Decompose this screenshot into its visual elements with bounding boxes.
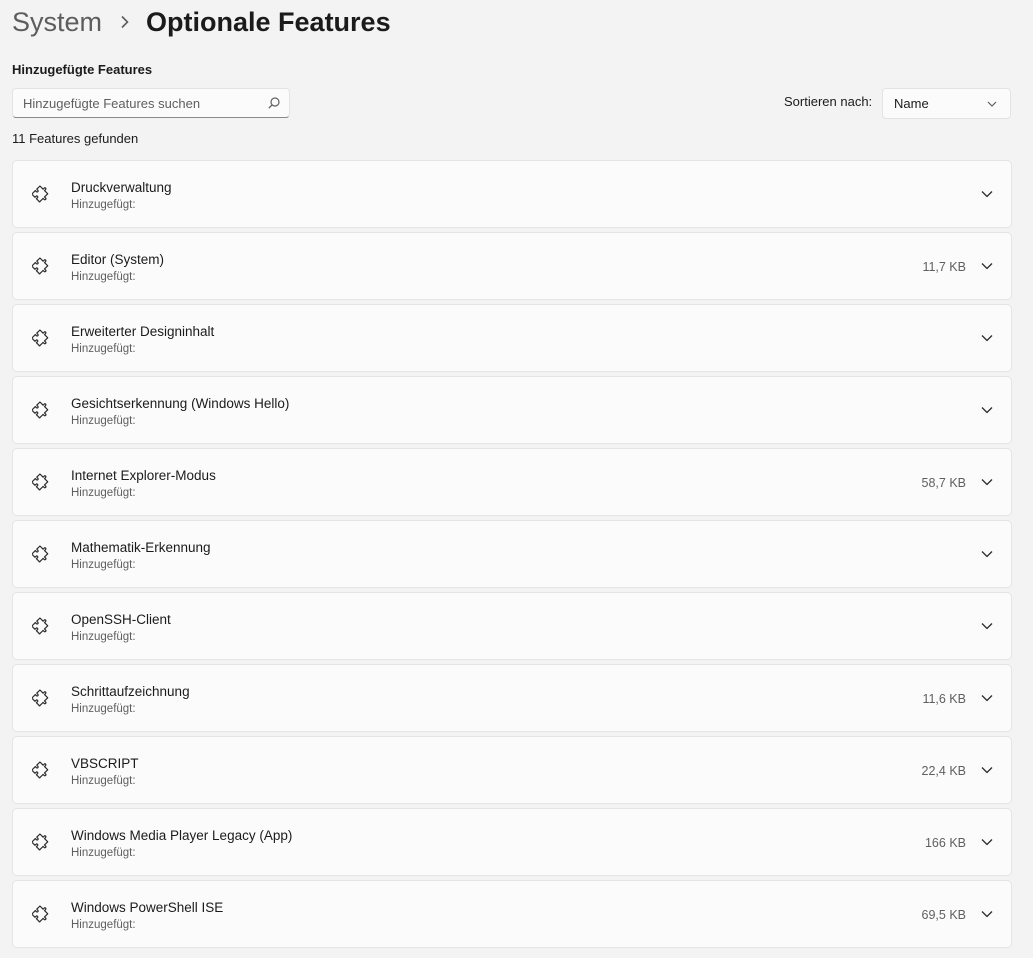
feature-size: 58,7 KB — [921, 476, 966, 490]
feature-name: Schrittaufzeichnung — [71, 684, 190, 699]
feature-size: 22,4 KB — [921, 764, 966, 778]
chevron-down-icon[interactable] — [981, 766, 993, 774]
puzzle-icon — [32, 545, 49, 563]
feature-added-label: Hinzugefügt: — [71, 343, 136, 355]
feature-name: Editor (System) — [71, 252, 165, 267]
feature-name: Gesichtserkennung (Windows Hello) — [71, 396, 290, 411]
puzzle-icon — [32, 689, 49, 707]
chevron-down-icon[interactable] — [981, 190, 993, 198]
puzzle-icon — [32, 401, 49, 419]
chevron-down-icon[interactable] — [981, 550, 993, 558]
puzzle-icon — [32, 185, 49, 203]
feature-row[interactable]: Internet Explorer-Modus Hinzugefügt: 58,… — [12, 448, 1012, 516]
feature-added-label: Hinzugefügt: — [71, 271, 136, 283]
feature-list: Druckverwaltung Hinzugefügt: Editor (Sys… — [12, 160, 1012, 952]
chevron-down-icon[interactable] — [981, 262, 993, 270]
feature-row[interactable]: OpenSSH-Client Hinzugefügt: — [12, 592, 1012, 660]
feature-name: Mathematik-Erkennung — [71, 540, 211, 555]
chevron-down-icon[interactable] — [981, 622, 993, 630]
feature-name: VBSCRIPT — [71, 756, 139, 771]
puzzle-icon — [32, 257, 49, 275]
feature-row[interactable]: Schrittaufzeichnung Hinzugefügt: 11,6 KB — [12, 664, 1012, 732]
search-icon[interactable] — [267, 96, 281, 110]
feature-row[interactable]: VBSCRIPT Hinzugefügt: 22,4 KB — [12, 736, 1012, 804]
puzzle-icon — [32, 617, 49, 635]
feature-size: 11,6 KB — [922, 692, 966, 706]
feature-added-label: Hinzugefügt: — [71, 631, 136, 643]
feature-size: 69,5 KB — [921, 908, 966, 922]
feature-row[interactable]: Windows PowerShell ISE Hinzugefügt: 69,5… — [12, 880, 1012, 948]
feature-added-label: Hinzugefügt: — [71, 487, 136, 499]
feature-size: 11,7 KB — [922, 260, 966, 274]
feature-name: Druckverwaltung — [71, 180, 172, 195]
chevron-down-icon[interactable] — [981, 838, 993, 846]
sort-dropdown[interactable]: Name — [882, 88, 1011, 119]
search-box — [12, 88, 290, 118]
feature-size: 166 KB — [924, 836, 966, 850]
feature-name: Internet Explorer-Modus — [71, 468, 216, 483]
chevron-down-icon — [987, 101, 997, 107]
feature-row[interactable]: Gesichtserkennung (Windows Hello) Hinzug… — [12, 376, 1012, 444]
feature-added-label: Hinzugefügt: — [71, 919, 136, 931]
feature-name: Windows PowerShell ISE — [71, 900, 224, 915]
feature-added-label: Hinzugefügt: — [71, 703, 136, 715]
section-title-installed: Hinzugefügte Features — [12, 62, 153, 77]
breadcrumb-parent-system[interactable]: System — [12, 7, 102, 38]
feature-row[interactable]: Druckverwaltung Hinzugefügt: — [12, 160, 1012, 228]
chevron-right-icon — [120, 15, 130, 29]
feature-row[interactable]: Windows Media Player Legacy (App) Hinzug… — [12, 808, 1012, 876]
feature-row[interactable]: Erweiterter Designinhalt Hinzugefügt: — [12, 304, 1012, 372]
breadcrumb: System Optionale Features — [12, 4, 391, 40]
search-input[interactable] — [13, 95, 263, 111]
feature-name: Erweiterter Designinhalt — [71, 324, 215, 339]
sort-value: Name — [894, 96, 929, 111]
sort-label: Sortieren nach: — [784, 94, 873, 109]
chevron-down-icon[interactable] — [981, 694, 993, 702]
feature-added-label: Hinzugefügt: — [71, 199, 136, 211]
puzzle-icon — [32, 329, 49, 347]
feature-added-label: Hinzugefügt: — [71, 415, 136, 427]
feature-added-label: Hinzugefügt: — [71, 559, 136, 571]
feature-row[interactable]: Editor (System) Hinzugefügt: 11,7 KB — [12, 232, 1012, 300]
page-title: Optionale Features — [146, 6, 391, 37]
feature-row[interactable]: Mathematik-Erkennung Hinzugefügt: — [12, 520, 1012, 588]
puzzle-icon — [32, 905, 49, 923]
chevron-down-icon[interactable] — [981, 406, 993, 414]
puzzle-icon — [32, 473, 49, 491]
feature-name: Windows Media Player Legacy (App) — [71, 828, 293, 843]
feature-added-label: Hinzugefügt: — [71, 775, 136, 787]
chevron-down-icon[interactable] — [981, 334, 993, 342]
feature-added-label: Hinzugefügt: — [71, 847, 136, 859]
puzzle-icon — [32, 761, 49, 779]
chevron-down-icon[interactable] — [981, 478, 993, 486]
feature-name: OpenSSH-Client — [71, 612, 171, 627]
feature-count: 11 Features gefunden — [12, 131, 139, 146]
puzzle-icon — [32, 833, 49, 851]
chevron-down-icon[interactable] — [981, 910, 993, 918]
